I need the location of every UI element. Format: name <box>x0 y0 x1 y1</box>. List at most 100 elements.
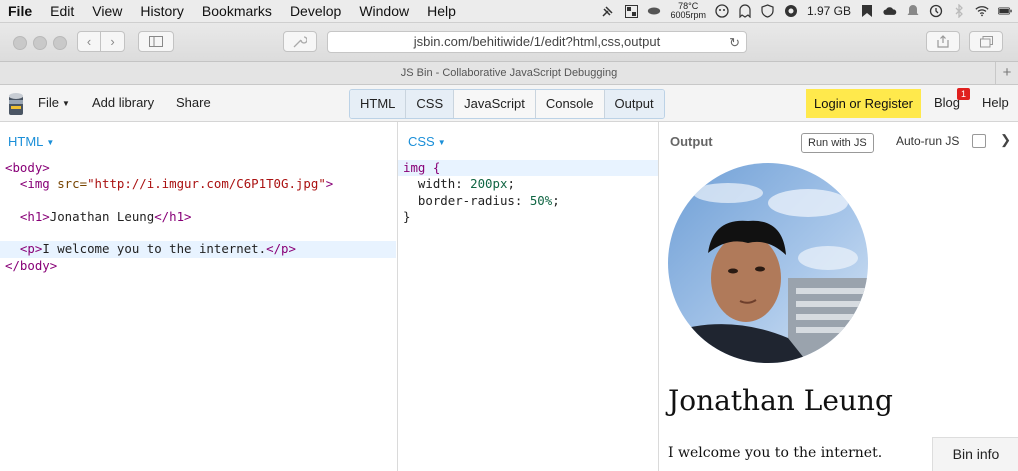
time-machine-icon[interactable] <box>929 4 943 18</box>
code-token: border-radius: <box>403 192 530 208</box>
file-menu-label: File <box>38 95 59 110</box>
code-token: > <box>325 176 334 192</box>
tab-title-bar: JS Bin - Collaborative JavaScript Debugg… <box>0 62 1018 85</box>
code-token: <h1> <box>5 208 50 224</box>
extensions-button[interactable] <box>283 31 317 52</box>
output-label: Output <box>670 134 713 149</box>
code-token: <body> <box>5 160 50 175</box>
address-bar[interactable]: jsbin.com/behitiwide/1/edit?html,css,out… <box>327 31 747 53</box>
apple-menu-file[interactable]: File <box>0 3 41 19</box>
fan-rpm-value: 6005rpm <box>670 10 706 20</box>
memory-icon[interactable] <box>784 4 798 18</box>
panel-toggle-javascript[interactable]: JavaScript <box>454 90 536 118</box>
code-token: </h1> <box>154 208 192 224</box>
collapse-output-icon[interactable]: ❯ <box>1000 132 1011 148</box>
sidebar-icon <box>149 36 163 47</box>
ghost-icon[interactable] <box>738 4 752 18</box>
jsbin-logo-icon[interactable] <box>8 92 24 116</box>
html-panel-label: HTML <box>8 134 44 149</box>
code-token: I welcome you to the internet. <box>42 241 267 257</box>
shield-icon[interactable] <box>761 4 775 18</box>
panel-toggle-console[interactable]: Console <box>535 90 605 118</box>
code-token: ; <box>552 192 560 208</box>
code-line-active: img { <box>398 160 659 177</box>
wrench-icon <box>293 35 307 47</box>
css-panel-menu[interactable]: CSS ▼ <box>408 134 446 149</box>
code-token: </body> <box>5 257 58 273</box>
css-panel-label: CSS <box>408 134 435 149</box>
fan-icon[interactable] <box>647 4 661 18</box>
status-area: 78°C 6005rpm 1.97 GB <box>601 0 1012 22</box>
reload-icon[interactable]: ↻ <box>729 33 740 53</box>
html-panel-menu[interactable]: HTML ▼ <box>8 134 54 149</box>
share-page-button[interactable] <box>926 31 960 52</box>
back-button[interactable]: ‹ <box>77 31 101 52</box>
memory-readout[interactable]: 1.97 GB <box>807 4 851 18</box>
caret-down-icon: ▼ <box>46 138 55 148</box>
menu-help[interactable]: Help <box>418 3 465 19</box>
grid-icon[interactable] <box>624 4 638 18</box>
panel-toggle-output[interactable]: Output <box>604 90 664 118</box>
panel-toggles: HTML CSS JavaScript Console Output <box>349 89 665 119</box>
code-line: <body> <box>0 160 396 176</box>
auto-run-js-checkbox[interactable] <box>972 134 986 148</box>
forward-button[interactable]: › <box>101 31 125 52</box>
code-line-active: <p>I welcome you to the internet.</p> <box>0 241 396 258</box>
menu-window[interactable]: Window <box>350 3 418 19</box>
show-tabs-button[interactable] <box>969 31 1003 52</box>
add-library-button[interactable]: Add library <box>92 95 154 110</box>
css-code-editor[interactable]: img { width: 200px; border-radius: 50%; … <box>398 160 659 225</box>
code-token: <img <box>5 176 58 192</box>
run-with-js-button[interactable]: Run with JS <box>801 133 874 153</box>
menu-bookmarks[interactable]: Bookmarks <box>193 3 281 19</box>
panel-toggle-css[interactable]: CSS <box>406 90 455 118</box>
code-token: 50% <box>529 192 553 208</box>
tab-title[interactable]: JS Bin - Collaborative JavaScript Debugg… <box>401 67 617 79</box>
code-token: img { <box>403 160 441 175</box>
bookmark-icon[interactable] <box>860 4 874 18</box>
code-token: Jonathan Leung <box>49 208 155 224</box>
share-button[interactable]: Share <box>176 95 211 110</box>
zoom-window-button[interactable] <box>53 36 67 50</box>
caret-down-icon: ▼ <box>61 99 70 109</box>
file-menu[interactable]: File ▼ <box>38 95 70 110</box>
sidebar-button[interactable] <box>138 31 174 52</box>
login-register-button[interactable]: Login or Register <box>806 89 921 118</box>
help-link[interactable]: Help <box>982 95 1009 110</box>
close-window-button[interactable] <box>13 36 27 50</box>
profile-photo <box>668 163 868 363</box>
menu-view[interactable]: View <box>83 3 131 19</box>
new-tab-button[interactable]: + <box>995 62 1018 84</box>
caret-down-icon: ▼ <box>437 138 446 148</box>
bin-info-button[interactable]: Bin info <box>932 437 1018 471</box>
code-line: <img src="http://i.imgur.com/C6P1T0G.jpg… <box>0 176 396 192</box>
code-token: "http://i.imgur.com/C6P1T0G.jpg" <box>87 176 326 192</box>
satellite-icon[interactable] <box>601 4 615 18</box>
cloud-icon[interactable] <box>883 4 897 18</box>
menu-edit[interactable]: Edit <box>41 3 83 19</box>
panel-toggle-html[interactable]: HTML <box>350 90 407 118</box>
minimize-window-button[interactable] <box>33 36 47 50</box>
share-icon <box>937 35 949 48</box>
html-editor-pane: HTML ▼ <body> <img src="http://i.imgur.co… <box>0 122 396 471</box>
smiley-icon[interactable] <box>715 4 729 18</box>
chevron-right-icon: › <box>110 34 115 49</box>
tabs-icon <box>979 35 993 47</box>
auto-run-js-label: Auto-run JS <box>896 134 960 148</box>
temperature-readout[interactable]: 78°C 6005rpm <box>670 2 706 20</box>
code-line: border-radius: 50%; <box>398 193 659 209</box>
menu-develop[interactable]: Develop <box>281 3 350 19</box>
code-line: } <box>398 209 659 225</box>
html-code-editor[interactable]: <body> <img src="http://i.imgur.com/C6P1… <box>0 160 396 274</box>
code-token: 200px <box>470 176 508 192</box>
menu-history[interactable]: History <box>131 3 193 19</box>
code-token: ; <box>507 176 515 192</box>
battery-icon[interactable] <box>998 4 1012 18</box>
bluetooth-icon[interactable] <box>952 4 966 18</box>
css-editor-pane: CSS ▼ img { width: 200px; border-radius: … <box>397 122 659 471</box>
wifi-icon[interactable] <box>975 4 989 18</box>
output-paragraph: I welcome you to the internet. <box>668 445 883 461</box>
blog-notification-badge: 1 <box>957 88 970 100</box>
bell-icon[interactable] <box>906 4 920 18</box>
